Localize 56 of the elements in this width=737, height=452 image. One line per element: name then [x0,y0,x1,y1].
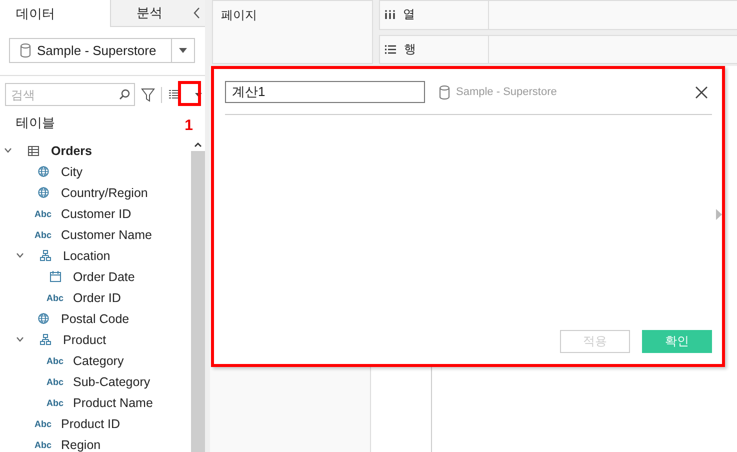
field-item[interactable]: Region [61,438,101,452]
shelf-label: 행 [404,40,416,58]
database-icon [439,84,450,100]
field-item[interactable]: Order Date [73,270,135,284]
chevron-icon[interactable] [16,337,24,342]
database-icon [20,43,31,58]
type-label: Abc [46,356,64,366]
data-source-dropdown[interactable]: Sample - Superstore [9,38,195,63]
card-title: 페이지 [221,8,257,22]
type-label: Abc [46,398,64,408]
type-label: Abc [34,230,52,240]
name-field[interactable]: 계산1 [225,81,425,103]
hierarchy-icon [40,334,50,345]
field-item[interactable]: Order ID [73,290,121,304]
type-label: Abc [46,292,64,302]
filter-icon[interactable] [141,88,155,102]
field-item[interactable]: Location [63,248,110,262]
field-item[interactable]: Product ID [61,416,120,430]
search-icon [119,89,130,100]
hierarchy-icon [40,250,50,261]
field-item[interactable]: Customer ID [61,206,132,220]
type-label: Abc [34,440,52,450]
field-item[interactable]: Category [73,354,124,368]
highlight-frame [178,81,201,106]
type-label: Abc [34,418,52,428]
field-item[interactable]: City [61,164,83,178]
chevron-icon[interactable] [16,253,24,258]
columns-icon [385,10,395,20]
search-field[interactable]: 검색 [5,83,135,106]
chevron-icon[interactable] [4,148,12,153]
calendar-icon [50,271,60,282]
caret-icon [194,92,202,96]
sidebar-tab[interactable]: 분석 [110,0,188,27]
list-view-icon[interactable] [169,90,181,99]
section-title: 테이블 [15,114,55,132]
field-item[interactable]: Country/Region [61,186,148,200]
type-label: Abc [34,208,52,218]
type-label: Abc [46,376,64,386]
globe-icon [38,313,48,324]
field-item[interactable]: Customer Name [61,228,152,242]
scroll-up-icon[interactable] [194,142,202,146]
table-icon [28,146,38,156]
data-source-label: Sample - Superstore [456,86,557,98]
field-item[interactable]: Product Name [73,396,153,410]
close-icon[interactable] [695,86,708,98]
field-item[interactable]: Sub-Category [73,374,150,388]
globe-icon [38,166,48,177]
field-item[interactable]: Orders [51,144,92,158]
field-item[interactable]: Product [63,332,106,346]
field-item[interactable]: Postal Code [61,312,130,326]
collapse-icon[interactable] [192,7,200,19]
globe-icon [38,187,48,198]
rows-icon [385,44,396,54]
shelf-label: 열 [403,6,415,24]
annotation-number: 1 [184,118,193,134]
caret-icon [179,48,187,53]
